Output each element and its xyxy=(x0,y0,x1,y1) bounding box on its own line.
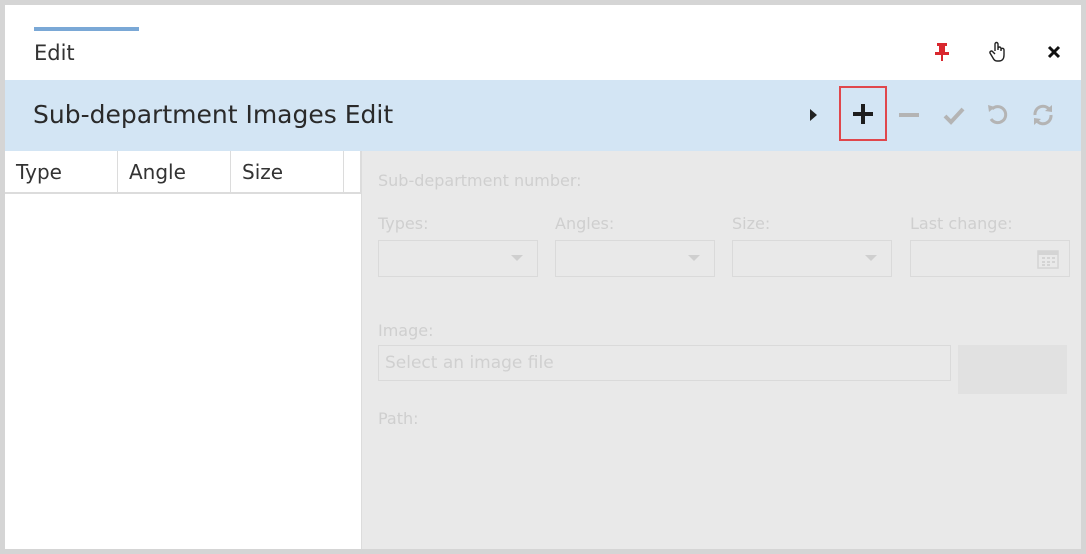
window-header: Edit xyxy=(5,5,1081,81)
last-change-date-field[interactable] xyxy=(910,240,1070,277)
refresh-button[interactable] xyxy=(1026,98,1060,132)
angles-label: Angles: xyxy=(555,214,615,233)
image-label: Image: xyxy=(378,321,434,340)
expand-button[interactable] xyxy=(801,98,825,132)
hand-pointer-icon xyxy=(989,41,1005,62)
column-header-spacer xyxy=(344,151,361,192)
chevron-down-icon xyxy=(865,255,877,261)
path-label: Path: xyxy=(378,409,419,428)
remove-button[interactable] xyxy=(892,98,926,132)
plus-icon xyxy=(853,103,873,124)
select-mode-button[interactable] xyxy=(987,41,1009,63)
subdept-number-label: Sub-department number: xyxy=(378,171,582,190)
section-title: Sub-department Images Edit xyxy=(33,100,394,129)
active-tab-indicator xyxy=(34,27,139,31)
image-edit-form: Sub-department number: Types: Angles: Si… xyxy=(361,151,1081,549)
angles-select[interactable] xyxy=(555,240,715,277)
size-select[interactable] xyxy=(732,240,892,277)
chevron-down-icon xyxy=(511,255,523,261)
confirm-button[interactable] xyxy=(937,98,971,132)
caret-right-icon xyxy=(810,109,817,121)
grid-header: Type Angle Size xyxy=(5,151,361,194)
close-icon xyxy=(1047,45,1061,59)
pin-button[interactable] xyxy=(931,41,953,63)
types-label: Types: xyxy=(378,214,429,233)
browse-button[interactable] xyxy=(958,345,1067,394)
column-header-angle[interactable]: Angle xyxy=(118,151,231,192)
calendar-icon xyxy=(1037,250,1059,269)
column-header-size[interactable]: Size xyxy=(231,151,344,192)
pin-icon xyxy=(935,43,949,61)
column-header-type[interactable]: Type xyxy=(5,151,118,192)
refresh-icon xyxy=(1033,104,1053,126)
minus-icon xyxy=(899,113,919,117)
checkmark-icon xyxy=(943,107,965,125)
add-button[interactable] xyxy=(839,86,887,141)
types-select[interactable] xyxy=(378,240,538,277)
edit-window: Edit Sub-department Images Edit Type Ang… xyxy=(5,5,1081,549)
close-button[interactable] xyxy=(1043,41,1065,63)
last-change-label: Last change: xyxy=(910,214,1013,233)
chevron-down-icon xyxy=(688,255,700,261)
undo-icon xyxy=(988,105,1008,125)
toolbar: Sub-department Images Edit xyxy=(5,80,1081,151)
image-file-input[interactable] xyxy=(379,346,950,380)
window-title: Edit xyxy=(34,41,75,65)
undo-button[interactable] xyxy=(981,98,1015,132)
image-file-field[interactable] xyxy=(378,345,951,381)
size-label: Size: xyxy=(732,214,771,233)
images-grid: Type Angle Size xyxy=(5,151,361,549)
